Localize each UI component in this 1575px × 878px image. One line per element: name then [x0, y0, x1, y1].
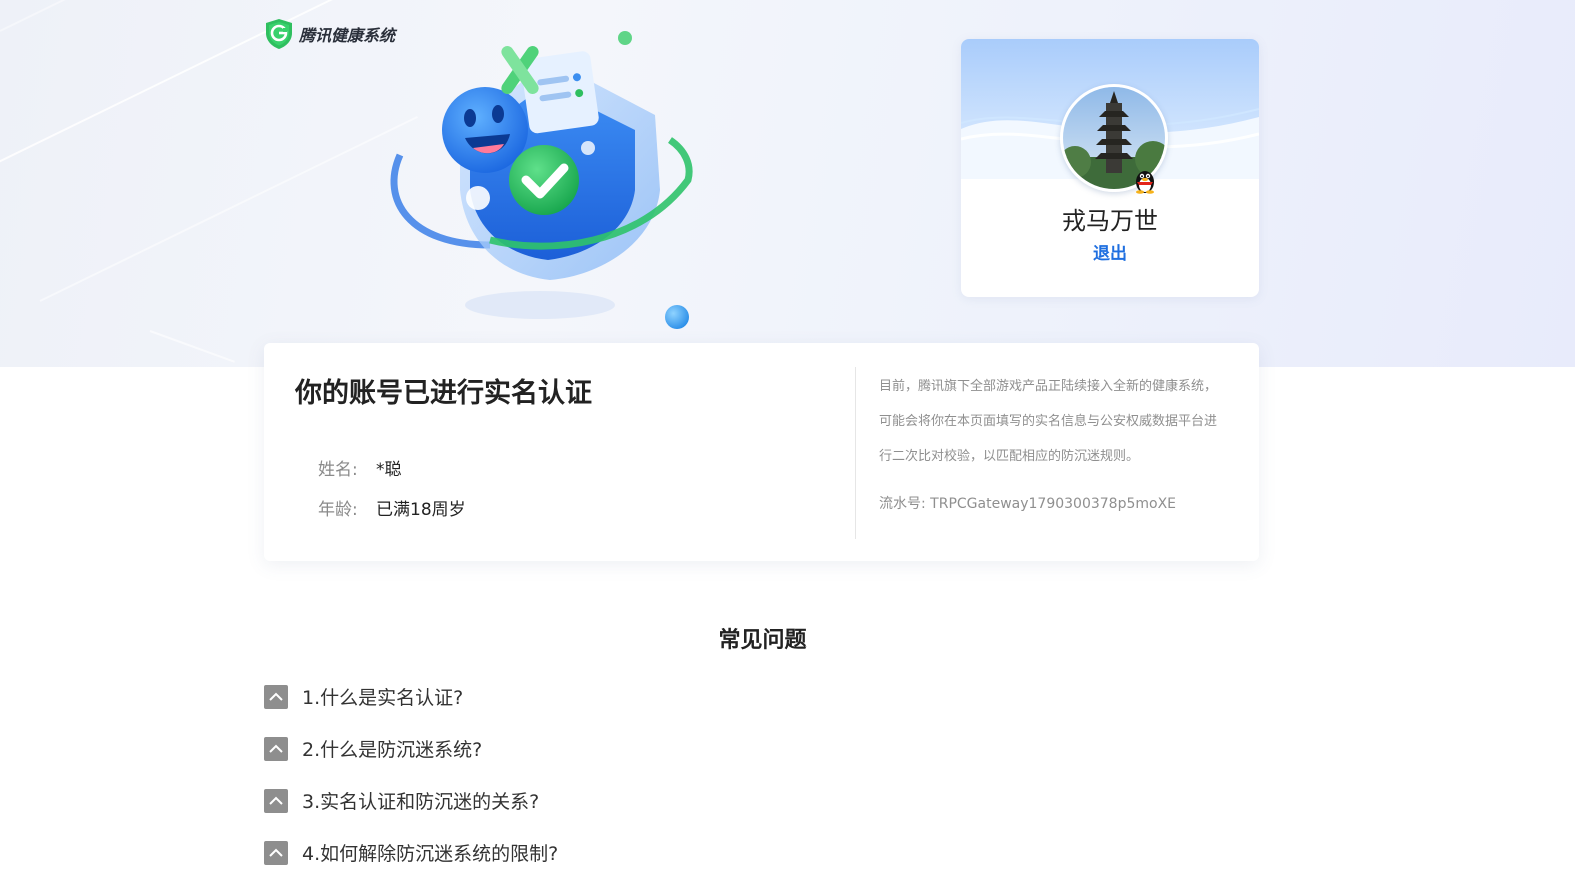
faq-question: 4.如何解除防沉迷系统的限制? [302, 843, 559, 865]
chevron-up-icon[interactable] [264, 788, 288, 813]
chevron-up-icon[interactable] [264, 684, 288, 709]
age-row: 年龄: 已满18周岁 [318, 495, 466, 520]
chevron-up-icon[interactable] [264, 736, 288, 761]
faq-heading: 常见问题 [718, 628, 807, 653]
faq-item-anti-addiction[interactable]: 2.什么是防沉迷系统? [264, 735, 482, 762]
health-system-notice: 目前，腾讯旗下全部游戏产品正陆续接入全新的健康系统，可能会将你在本页面填写的实名… [879, 379, 1218, 464]
verification-title: 你的账号已进行实名认证 [295, 378, 592, 409]
hero-decor-line [0, 0, 271, 32]
faq-item-remove-limits[interactable]: 4.如何解除防沉迷系统的限制? [264, 839, 558, 866]
faq-question: 3.实名认证和防沉迷的关系? [302, 791, 540, 813]
faq-item-relationship[interactable]: 3.实名认证和防沉迷的关系? [264, 787, 539, 814]
card-divider [855, 367, 856, 539]
faq-item-real-name[interactable]: 1.什么是实名认证? [264, 683, 463, 710]
name-label: 姓名: [318, 460, 358, 480]
logout-link[interactable]: 退出 [961, 239, 1259, 264]
chevron-up-icon[interactable] [264, 840, 288, 865]
shield-g-logo-icon [266, 19, 292, 49]
name-value: *聪 [376, 460, 402, 480]
name-row: 姓名: *聪 [318, 455, 402, 480]
profile-card: 戎马万世 退出 [961, 39, 1259, 297]
faq-question: 1.什么是实名认证? [302, 687, 464, 709]
qq-penguin-icon [1136, 171, 1154, 194]
hero-banner [0, 0, 1575, 367]
shield-mascot-illustration [390, 31, 693, 329]
age-value: 已满18周岁 [376, 500, 466, 520]
faq-question: 2.什么是防沉迷系统? [302, 739, 483, 761]
profile-username: 戎马万世 [1062, 207, 1158, 235]
age-label: 年龄: [318, 500, 358, 520]
hero-decor-line [39, 115, 418, 302]
verification-card: 你的账号已进行实名认证 姓名: *聪 年龄: 已满18周岁 目前，腾讯旗下全部游… [264, 343, 1259, 561]
serial-number: 流水号: TRPCGateway1790300378p5moXE [879, 496, 1177, 512]
hero-decor-line [149, 330, 235, 363]
